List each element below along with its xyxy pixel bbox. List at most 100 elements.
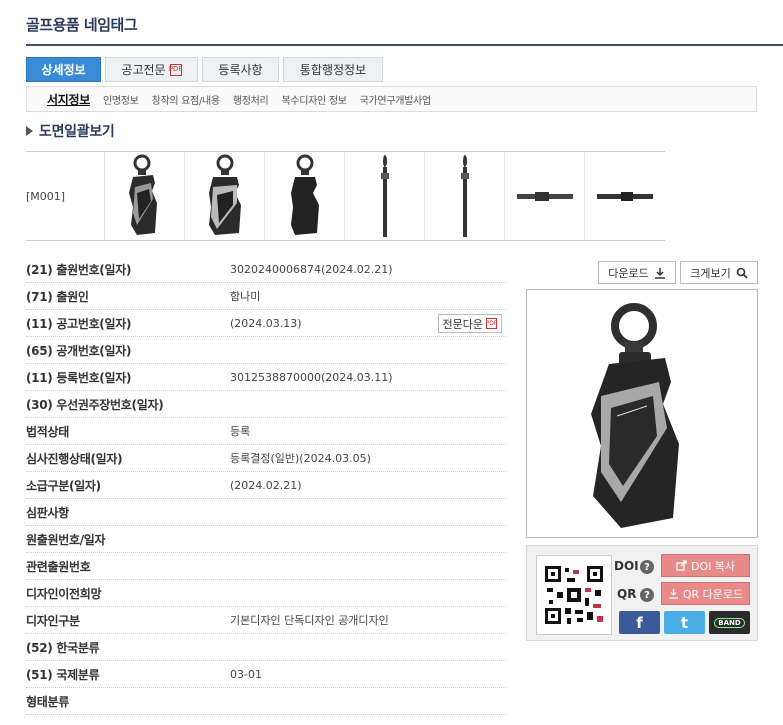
info-row: 디자인구분 기본디자인 단독디자인 공개디자인 (26, 607, 506, 634)
tab-admin-info[interactable]: 통합행정정보 (283, 57, 383, 82)
facebook-icon: f (636, 613, 643, 632)
sub-tabs: 서지정보 인명정보 창작의 요점/내용 행정처리 복수디자인 정보 국가연구개발… (26, 86, 757, 112)
subtab-admin-process[interactable]: 행정처리 (233, 92, 269, 107)
info-key: (21) 출원번호(일자) (26, 262, 132, 277)
info-row: 관련출원번호 (26, 553, 506, 580)
title-divider (26, 44, 783, 46)
button-label: DOI 복사 (690, 559, 736, 573)
thumbnail-7[interactable] (585, 152, 665, 240)
qr-code-icon (545, 566, 603, 624)
section-title-text: 도면일괄보기 (39, 124, 115, 140)
bibliographic-info: (21) 출원번호(일자) 3020240006874(2024.02.21) (… (26, 256, 506, 715)
info-key: (30) 우선권주장번호(일자) (26, 397, 164, 412)
info-key: 심사진행상태(일자) (26, 451, 123, 466)
thumbnail-4[interactable] (345, 152, 425, 240)
info-value: 3020240006874(2024.02.21) (230, 262, 393, 276)
subtab-creation-points[interactable]: 창작의 요점/내용 (152, 92, 221, 107)
qr-download-button[interactable]: QR 다운로드 (661, 582, 750, 605)
info-row: 디자인이전희망 (26, 580, 506, 607)
twitter-share-button[interactable]: t (664, 611, 705, 634)
info-row: (21) 출원번호(일자) 3020240006874(2024.02.21) (26, 256, 506, 283)
button-label: 전문다운 (442, 317, 483, 331)
subtab-person[interactable]: 인명정보 (103, 92, 139, 107)
tag-side2-image (460, 155, 469, 237)
pdf-icon: PDF (169, 63, 182, 76)
info-row: (65) 공개번호(일자) (26, 337, 506, 364)
info-key: 심판사항 (26, 505, 69, 520)
search-icon (736, 267, 748, 279)
page-title: 골프용품 네임태그 (26, 16, 138, 34)
enlarge-button[interactable]: 크게보기 (680, 261, 758, 284)
thumbnail-3[interactable] (265, 152, 345, 240)
info-row: 원출원번호/일자 (26, 526, 506, 553)
info-row: (11) 등록번호(일자) 3012538870000(2024.03.11) (26, 364, 506, 391)
tab-detail[interactable]: 상세정보 (26, 57, 101, 82)
info-key: 디자인구분 (26, 613, 80, 628)
info-key: 관련출원번호 (26, 559, 91, 574)
band-share-button[interactable]: BAND (709, 611, 750, 634)
drawing-preview[interactable] (526, 289, 758, 538)
tab-label: 통합행정정보 (299, 63, 367, 77)
subtab-bibliographic[interactable]: 서지정보 (47, 91, 90, 108)
triangle-bullet-icon (26, 126, 33, 136)
tag-rear-image (290, 154, 319, 235)
info-row: 법적상태 등록 (26, 418, 506, 445)
tag-front-image (128, 154, 157, 235)
qr-label: QR (617, 587, 637, 601)
tab-label: 공고전문 (121, 63, 166, 77)
tab-label: 상세정보 (41, 63, 86, 77)
button-label: QR 다운로드 (682, 587, 744, 601)
info-value: (2024.02.21) (230, 478, 302, 492)
info-value: 등록결정(일반)(2024.03.05) (230, 452, 371, 465)
info-row: (51) 국제분류 03-01 (26, 661, 506, 688)
info-row: 심사진행상태(일자) 등록결정(일반)(2024.03.05) (26, 445, 506, 472)
info-value: 등록 (230, 425, 251, 438)
thumbnail-5[interactable] (425, 152, 505, 240)
thumbnail-6[interactable] (505, 152, 585, 240)
info-row: (71) 출원인 함나미 (26, 283, 506, 310)
thumb-label: [M001] (26, 152, 105, 240)
info-row: 소급구분(일자) (2024.02.21) (26, 472, 506, 499)
external-link-icon (676, 560, 687, 571)
tag-side-image (380, 155, 389, 237)
info-key: 디자인이전희망 (26, 586, 102, 601)
info-key: 소급구분(일자) (26, 478, 101, 493)
info-key: 원출원번호/일자 (26, 532, 106, 547)
facebook-share-button[interactable]: f (619, 611, 660, 634)
subtab-multi-design[interactable]: 복수디자인 정보 (281, 92, 346, 107)
download-icon (654, 267, 665, 279)
info-key: (65) 공개번호(일자) (26, 343, 132, 358)
thumbnail-1[interactable] (105, 152, 185, 240)
info-key: (71) 출원인 (26, 289, 89, 304)
info-key: (11) 등록번호(일자) (26, 370, 132, 385)
info-key: (11) 공고번호(일자) (26, 316, 132, 331)
info-key: 법적상태 (26, 424, 69, 439)
info-value: 기본디자인 단독디자인 공개디자인 (230, 614, 389, 627)
info-value: 3012538870000(2024.03.11) (230, 370, 393, 384)
tag-preview-image (591, 302, 679, 528)
download-button[interactable]: 다운로드 (598, 261, 676, 284)
pdf-icon: PDF (485, 318, 498, 329)
full-text-download-button[interactable]: 전문다운 PDF (437, 314, 502, 333)
info-row: 심판사항 (26, 499, 506, 526)
section-drawings-title: 도면일괄보기 (26, 121, 115, 141)
main-tabs: 상세정보 공고전문 PDF 등록사항 통합행정정보 (26, 57, 387, 82)
info-value: 03-01 (230, 667, 262, 681)
info-value: 함나미 (230, 290, 261, 303)
doi-copy-button[interactable]: DOI 복사 (661, 554, 750, 577)
info-row: 형태분류 (26, 688, 506, 715)
help-icon[interactable]: ? (640, 588, 654, 602)
tab-registration[interactable]: 등록사항 (202, 57, 279, 82)
doi-label: DOI (614, 559, 639, 573)
subtab-national-rnd[interactable]: 국가연구개발사업 (360, 92, 432, 107)
tab-gazette[interactable]: 공고전문 PDF (105, 57, 198, 82)
thumbnail-2[interactable] (185, 152, 265, 240)
info-key: (52) 한국분류 (26, 640, 100, 655)
button-label: 크게보기 (690, 266, 731, 280)
help-icon[interactable]: ? (640, 560, 654, 574)
twitter-icon: t (680, 613, 689, 632)
qr-code (536, 555, 612, 635)
button-label: 다운로드 (608, 266, 649, 280)
info-key: (51) 국제분류 (26, 667, 100, 682)
info-row: (30) 우선권주장번호(일자) (26, 391, 506, 418)
